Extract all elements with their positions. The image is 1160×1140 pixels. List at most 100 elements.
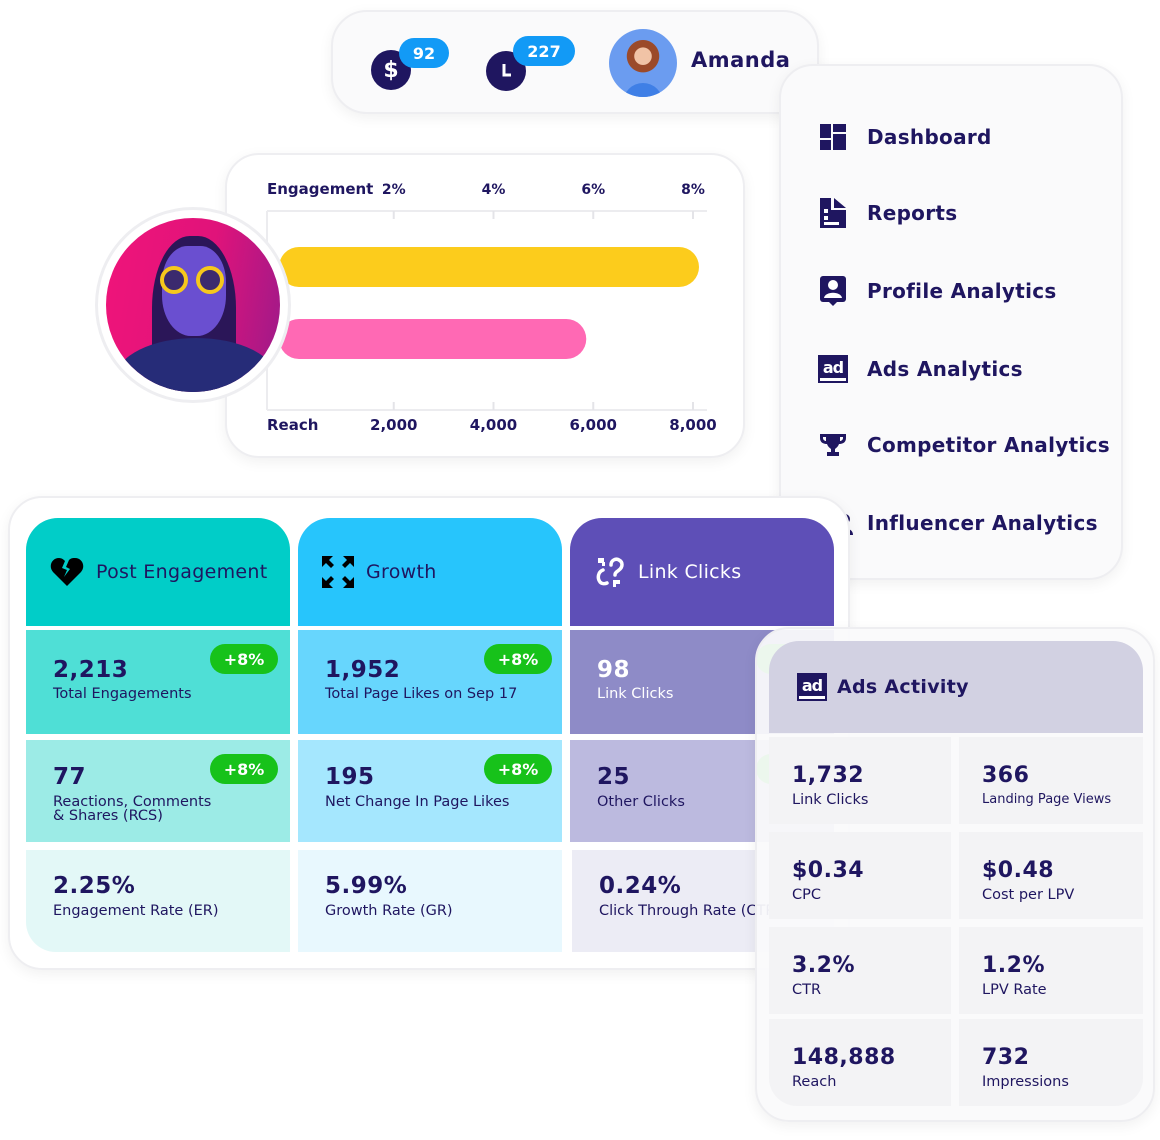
stat-label: LPV Rate: [982, 982, 1047, 998]
stat-label: Landing Page Views: [982, 792, 1112, 807]
change-badge: +8%: [210, 644, 278, 674]
ad-icon: ad: [818, 355, 848, 383]
notification-count-badge: 92: [399, 38, 449, 68]
stat-label: Growth Rate (GR): [325, 903, 453, 919]
change-badge: +8%: [484, 754, 552, 784]
bar-engagement: [279, 247, 699, 287]
nav-item-competitor-analytics[interactable]: Competitor Analytics: [819, 429, 1110, 461]
stat-value: 1,732: [792, 763, 865, 788]
bottom-tick-label: 4,000: [470, 416, 517, 434]
ads-stat-landing-page-views: 366 Landing Page Views: [959, 737, 1143, 824]
ads-stat-link-clicks: 1,732 Link Clicks: [769, 737, 951, 824]
stat-value: 25: [597, 764, 631, 790]
ads-activity-header[interactable]: ad Ads Activity: [769, 641, 1143, 733]
expand-arrows-icon: [322, 556, 354, 588]
column-title: Growth: [366, 561, 437, 583]
broken-heart-icon: [50, 558, 84, 586]
nav-item-dashboard[interactable]: Dashboard: [819, 121, 992, 153]
stat-label: Impressions: [982, 1074, 1069, 1090]
post-engagement-header[interactable]: Post Engagement: [26, 518, 290, 626]
stat-label: CPC: [792, 887, 821, 903]
trophy-icon: [819, 431, 847, 459]
ads-stat-cpc: $0.34 CPC: [769, 832, 951, 919]
ads-stat-cost-per-lpv: $0.48 Cost per LPV: [959, 832, 1143, 919]
nav-item-label: Ads Analytics: [867, 357, 1023, 381]
top-tick-label: 4%: [482, 182, 506, 198]
stat-value: 3.2%: [792, 953, 856, 978]
stat-engagement-rate: 2.25% Engagement Rate (ER): [26, 850, 290, 952]
stat-label: CTR: [792, 982, 822, 998]
user-avatar[interactable]: [609, 29, 677, 97]
ads-stat-impressions: 732 Impressions: [959, 1019, 1143, 1106]
stat-label: Total Page Likes on Sep 17: [325, 686, 518, 702]
nav-item-label: Influencer Analytics: [867, 511, 1098, 535]
column-title: Post Engagement: [96, 561, 268, 583]
stat-total-engagements: 2,213 Total Engagements +8%: [26, 630, 290, 734]
nav-item-label: Dashboard: [867, 125, 992, 149]
stat-label: Cost per LPV: [982, 887, 1075, 903]
ads-activity-panel: ad Ads Activity 1,732 Link Clicks 366 La…: [755, 627, 1155, 1122]
dashboard-icon: [819, 123, 847, 151]
stat-value: $0.34: [792, 858, 865, 883]
stat-growth-rate: 5.99% Growth Rate (GR): [298, 850, 562, 952]
profile-icon: [819, 276, 847, 306]
stat-value: 366: [982, 763, 1030, 788]
nav-item-profile-analytics[interactable]: Profile Analytics: [819, 275, 1057, 307]
stat-value: 98: [597, 657, 631, 683]
top-tick-label: 2%: [382, 182, 406, 198]
stat-value: 5.99%: [325, 873, 408, 899]
user-name[interactable]: Amanda: [691, 48, 790, 72]
stat-value: 1.2%: [982, 953, 1046, 978]
stat-value: 0.24%: [599, 873, 682, 899]
stat-rcs: 77 Reactions, Comments & Shares (RCS) +8…: [26, 740, 290, 842]
ads-stat-ctr: 3.2% CTR: [769, 927, 951, 1014]
stat-label: Link Clicks: [597, 686, 674, 702]
bar-reach: [279, 319, 587, 359]
link-clicks-header[interactable]: Link Clicks: [570, 518, 834, 626]
nav-item-ads-analytics[interactable]: ad Ads Analytics: [818, 353, 1023, 385]
notification-count-badge: 227: [513, 36, 575, 66]
stat-value: 1,952: [325, 657, 401, 683]
nav-item-label: Reports: [867, 201, 958, 225]
stat-label: Other Clicks: [597, 794, 685, 810]
reports-icon: [819, 198, 847, 228]
stat-value: $0.48: [982, 858, 1055, 883]
panel-title: Ads Activity: [837, 676, 969, 698]
stat-label: & Shares (RCS): [53, 808, 163, 824]
change-badge: +8%: [484, 644, 552, 674]
stat-value: 2,213: [53, 657, 129, 683]
nav-item-label: Profile Analytics: [867, 279, 1057, 303]
influencer-profile-photo: [95, 207, 291, 403]
stat-label: Link Clicks: [792, 792, 869, 808]
chart-canvas: Engagement Reach 2% 4% 6% 8% 2,000 4,000 6,000…: [266, 180, 717, 434]
broken-link-icon: [596, 557, 624, 587]
social-stats-panel: Post Engagement 2,213 Total Engagements …: [8, 496, 850, 970]
stat-value: 732: [982, 1045, 1030, 1070]
bottom-axis-label: Reach: [267, 416, 318, 434]
stat-value: 77: [53, 764, 87, 790]
ads-stat-lpv-rate: 1.2% LPV Rate: [959, 927, 1143, 1014]
stat-total-page-likes: 1,952 Total Page Likes on Sep 17 +8%: [298, 630, 562, 734]
top-axis-label: Engagement: [267, 180, 373, 198]
stat-value: 148,888: [792, 1045, 896, 1070]
stat-label: Net Change In Page Likes: [325, 794, 510, 810]
stat-value: 2.25%: [53, 873, 136, 899]
column-title: Link Clicks: [638, 561, 742, 583]
top-tick-label: 8%: [681, 182, 705, 198]
growth-header[interactable]: Growth: [298, 518, 562, 626]
top-tick-label: 6%: [581, 182, 605, 198]
bottom-tick-label: 6,000: [570, 416, 617, 434]
bottom-tick-label: 2,000: [370, 416, 417, 434]
nav-item-reports[interactable]: Reports: [819, 197, 957, 229]
bottom-tick-label: 8,000: [669, 416, 716, 434]
nav-item-influencer-analytics[interactable]: Influencer Analytics: [813, 507, 1098, 539]
stat-label: Reach: [792, 1074, 837, 1090]
ad-icon: ad: [797, 673, 827, 701]
engagement-reach-chart: Engagement Reach 2% 4% 6% 8% 2,000 4,000 6,000…: [225, 153, 745, 458]
change-badge: +8%: [210, 754, 278, 784]
nav-item-label: Competitor Analytics: [867, 433, 1110, 457]
stat-net-change-page-likes: 195 Net Change In Page Likes +8%: [298, 740, 562, 842]
stat-label: Engagement Rate (ER): [53, 903, 219, 919]
ads-stat-reach: 148,888 Reach: [769, 1019, 951, 1106]
stat-label: Total Engagements: [53, 686, 192, 702]
